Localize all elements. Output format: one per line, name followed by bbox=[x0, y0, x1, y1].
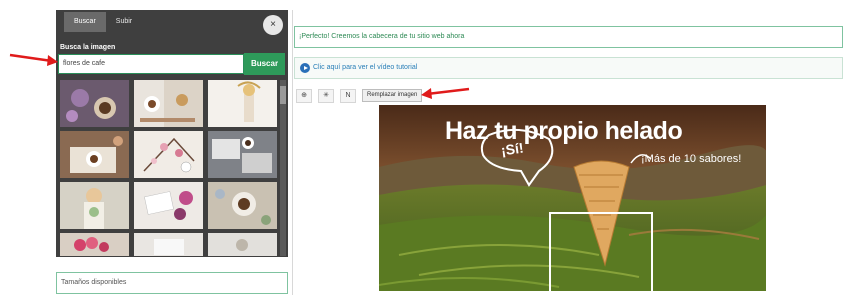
image-toolbar: ⊕ ✳ N bbox=[296, 89, 356, 103]
image-thumbnail[interactable] bbox=[208, 80, 277, 127]
video-tutorial-label: Clic aquí para ver el vídeo tutorial bbox=[313, 64, 418, 71]
image-thumbnail[interactable] bbox=[208, 182, 277, 229]
image-thumbnail[interactable] bbox=[208, 131, 277, 178]
image-thumbnail[interactable] bbox=[60, 131, 129, 178]
replace-image-button[interactable]: Remplazar imagen bbox=[362, 89, 423, 102]
video-tutorial-link[interactable]: Clic aquí para ver el vídeo tutorial bbox=[294, 57, 843, 79]
frame-outline bbox=[549, 212, 653, 291]
tab-search[interactable]: Buscar bbox=[64, 12, 106, 32]
image-thumbnail[interactable] bbox=[134, 182, 203, 229]
editor-page: Buscar Subir × Busca la imagen flores de… bbox=[0, 0, 843, 299]
divider bbox=[292, 10, 293, 295]
hero-badge: ¡Sí! bbox=[499, 139, 525, 159]
red-arrow-icon bbox=[9, 53, 58, 66]
image-thumbnail[interactable] bbox=[60, 182, 129, 229]
red-arrow-icon bbox=[421, 87, 470, 99]
text-icon[interactable]: N bbox=[340, 89, 356, 103]
success-message: ¡Perfecto! Creemos la cabecera de tu sit… bbox=[294, 26, 843, 48]
image-thumbnail[interactable] bbox=[60, 233, 129, 256]
results-scrollbar[interactable] bbox=[280, 80, 286, 256]
scrollbar-thumb[interactable] bbox=[280, 86, 286, 104]
search-button[interactable]: Buscar bbox=[244, 53, 285, 75]
brightness-icon[interactable]: ✳ bbox=[318, 89, 334, 103]
close-icon[interactable]: × bbox=[263, 15, 283, 35]
image-thumbnail[interactable] bbox=[208, 233, 277, 256]
image-results-grid bbox=[60, 80, 278, 256]
play-circle-icon bbox=[300, 63, 310, 73]
tab-upload[interactable]: Subir bbox=[106, 12, 142, 32]
image-search-panel: Buscar Subir × Busca la imagen flores de… bbox=[56, 10, 288, 257]
move-icon[interactable]: ⊕ bbox=[296, 89, 312, 103]
image-thumbnail[interactable] bbox=[134, 80, 203, 127]
available-sizes-field[interactable]: Tamaños disponibles bbox=[56, 272, 288, 294]
header-preview[interactable]: Haz tu propio helado ¡Sí! ¡Más de 10 sab… bbox=[379, 105, 766, 291]
panel-tabs: Buscar Subir bbox=[64, 12, 142, 32]
search-input[interactable]: flores de cafe bbox=[58, 54, 244, 74]
image-thumbnail[interactable] bbox=[134, 233, 203, 256]
hero-title: Haz tu propio helado bbox=[445, 117, 683, 145]
image-thumbnail[interactable] bbox=[134, 131, 203, 178]
search-label: Busca la imagen bbox=[60, 44, 116, 51]
image-thumbnail[interactable] bbox=[60, 80, 129, 127]
hero-subtitle: ¡Más de 10 sabores! bbox=[641, 153, 742, 165]
